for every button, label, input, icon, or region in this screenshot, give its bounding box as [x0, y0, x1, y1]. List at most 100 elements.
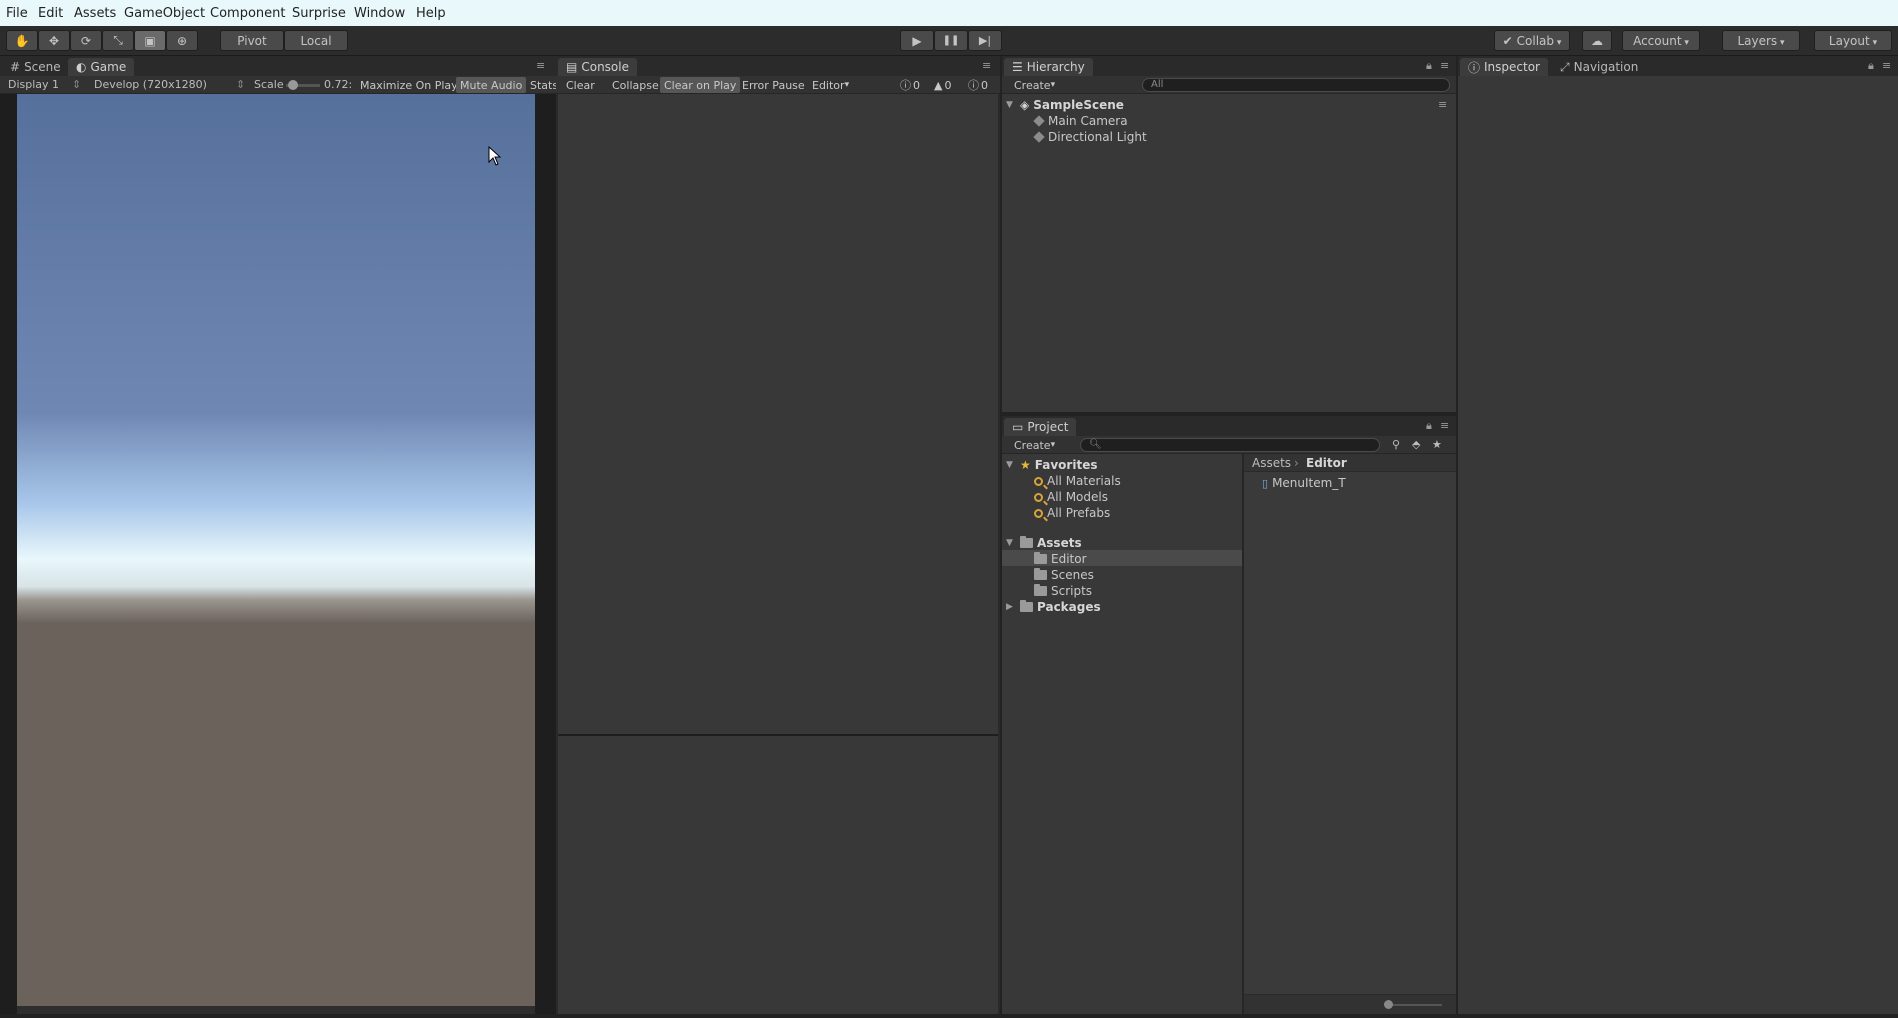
expand-arrow-icon[interactable]: ▼	[1006, 538, 1016, 548]
play-button[interactable]: ▶	[900, 30, 934, 51]
error-count-toggle[interactable]: ⓘ 0	[964, 77, 992, 93]
console-toolbar: Clear Collapse Clear on Play Error Pause…	[556, 76, 1000, 94]
favorite-item[interactable]: All Prefabs	[1034, 506, 1110, 520]
hierarchy-search-input[interactable]: All	[1142, 78, 1450, 92]
asset-folder-item[interactable]: Editor	[1034, 552, 1087, 566]
scale-slider-thumb[interactable]	[288, 80, 299, 90]
hierarchy-lock-icon[interactable]: 🔒︎	[1426, 59, 1432, 73]
breadcrumb-root[interactable]: Assets	[1252, 456, 1291, 470]
inspector-lock-icon[interactable]: 🔒︎	[1868, 59, 1874, 73]
filter-by-type-icon[interactable]: ⚲	[1392, 438, 1400, 451]
info-count-toggle[interactable]: ⓘ 0	[896, 77, 924, 93]
collapse-arrow-icon[interactable]: ▶	[1006, 602, 1016, 612]
tab-project-label: Project	[1027, 420, 1069, 434]
expand-arrow-icon[interactable]: ▼	[1006, 460, 1016, 470]
editor-dropdown[interactable]: Editor	[808, 77, 853, 93]
hierarchy-icon: ☰	[1012, 60, 1023, 74]
menu-surprise[interactable]: Surprise	[292, 6, 346, 21]
hierarchy-tabstrip: ☰ Hierarchy 🔒︎ ≡	[1002, 56, 1456, 76]
packages-node[interactable]: ▶ Packages	[1006, 600, 1101, 614]
menu-component[interactable]: Component	[210, 6, 285, 21]
warning-count-toggle[interactable]: ▲ 0	[930, 77, 955, 93]
scene-menu-icon[interactable]: ≡	[1438, 98, 1447, 111]
scene-icon: #	[10, 60, 21, 74]
pause-button[interactable]: ❚❚	[934, 30, 968, 51]
rotate-tool-button[interactable]: ⟳	[70, 30, 102, 51]
tab-navigation[interactable]: ⤢ Navigation	[1552, 58, 1646, 76]
tab-inspector[interactable]: ⓘ Inspector	[1460, 58, 1548, 76]
tab-project[interactable]: ▭ Project	[1004, 418, 1077, 436]
icon-size-slider-thumb[interactable]	[1384, 1000, 1393, 1009]
tab-console[interactable]: ▤ Console	[558, 58, 637, 76]
favorite-item[interactable]: All Materials	[1034, 474, 1121, 488]
project-footer	[1244, 994, 1456, 1014]
local-label: Local	[300, 33, 332, 48]
assets-node[interactable]: ▼ Assets	[1006, 536, 1082, 550]
pivot-toggle[interactable]: Pivot	[220, 30, 284, 51]
tab-game[interactable]: ◐ Game	[68, 58, 135, 76]
console-tabstrip: ▤ Console ≡	[556, 56, 1000, 76]
error-pause-toggle[interactable]: Error Pause	[738, 77, 809, 93]
favorite-star-icon[interactable]: ★	[1432, 438, 1442, 451]
panel-menu-icon[interactable]: ≡	[536, 59, 545, 72]
asset-folder-item[interactable]: Scenes	[1034, 568, 1094, 582]
collab-dropdown[interactable]: ✔ Collab	[1494, 30, 1570, 51]
project-search-input[interactable]: 🔍︎	[1080, 438, 1380, 452]
scale-tool-button[interactable]: ⤡	[102, 30, 134, 51]
layers-dropdown[interactable]: Layers	[1722, 30, 1800, 51]
expand-arrow-icon[interactable]: ▼	[1006, 100, 1016, 110]
layout-dropdown[interactable]: Layout	[1814, 30, 1892, 51]
game-view[interactable]	[17, 94, 535, 1006]
project-folder-tree: ▼ ★ Favorites All Materials All Models All…	[1002, 454, 1242, 1014]
project-create-dropdown[interactable]: Create	[1010, 437, 1059, 453]
hierarchy-menu-icon[interactable]: ≡	[1440, 59, 1449, 72]
menu-assets[interactable]: Assets	[74, 6, 116, 21]
menu-help[interactable]: Help	[416, 6, 446, 21]
clear-button[interactable]: Clear	[562, 77, 599, 93]
favorite-item[interactable]: All Models	[1034, 490, 1108, 504]
tab-scene[interactable]: # Scene	[2, 58, 69, 76]
resolution-select[interactable]: Develop (720x1280)	[94, 78, 207, 91]
tab-hierarchy[interactable]: ☰ Hierarchy	[1004, 58, 1093, 76]
console-detail-area[interactable]	[558, 736, 998, 1014]
file-item[interactable]: ▯ MenuItem_T	[1262, 476, 1346, 490]
filter-by-label-icon[interactable]: ⬘	[1412, 438, 1420, 451]
cloud-button[interactable]: ☁	[1582, 30, 1612, 51]
display-select[interactable]: Display 1	[8, 78, 59, 91]
move-tool-button[interactable]: ✥	[38, 30, 70, 51]
menu-window[interactable]: Window	[354, 6, 405, 21]
breadcrumb-current[interactable]: Editor	[1306, 456, 1347, 470]
console-log-list[interactable]	[558, 94, 998, 734]
scene-root[interactable]: ▼ ◈ SampleScene	[1006, 98, 1124, 112]
hand-tool-button[interactable]: ✋	[6, 30, 38, 51]
maximize-on-play-toggle[interactable]: Maximize On Play	[356, 77, 462, 93]
scale-slider-track[interactable]	[286, 80, 320, 90]
hierarchy-item[interactable]: Main Camera	[1033, 114, 1128, 128]
project-lock-icon[interactable]: 🔒︎	[1426, 419, 1432, 433]
cloud-icon: ☁	[1591, 33, 1603, 48]
menu-edit[interactable]: Edit	[38, 6, 63, 21]
rect-tool-button[interactable]: ▣	[134, 30, 166, 51]
collapse-toggle[interactable]: Collapse	[608, 77, 663, 93]
local-toggle[interactable]: Local	[284, 30, 348, 51]
account-dropdown[interactable]: Account	[1622, 30, 1700, 51]
transform-tool-button[interactable]: ⊕	[166, 30, 198, 51]
project-panel: ▭Project 🔒︎ ≡ Create 🔍︎ ⚲ ⬘ ★ ▼★Favorite…	[1002, 416, 1456, 1014]
hierarchy-create-dropdown[interactable]: Create	[1010, 77, 1059, 93]
script-file-icon: ▯	[1262, 476, 1269, 490]
clear-on-play-toggle[interactable]: Clear on Play	[660, 77, 741, 93]
asset-folder-item[interactable]: Scripts	[1034, 584, 1092, 598]
mouse-cursor-icon	[488, 146, 502, 166]
inspector-menu-icon[interactable]: ≡	[1882, 59, 1891, 72]
info-icon: ⓘ	[1468, 60, 1481, 75]
game-subbar: Display 1 ⇕ Develop (720x1280) ⇕ Scale 0…	[0, 76, 558, 94]
mute-audio-toggle[interactable]: Mute Audio	[456, 77, 527, 93]
favorites-node[interactable]: ▼ ★ Favorites	[1006, 458, 1097, 472]
menu-gameobject[interactable]: GameObject	[124, 6, 205, 21]
project-menu-icon[interactable]: ≡	[1440, 419, 1449, 432]
menu-file[interactable]: File	[6, 6, 28, 21]
hierarchy-item[interactable]: Directional Light	[1033, 130, 1147, 144]
icon-size-slider[interactable]	[1384, 1000, 1442, 1009]
console-menu-icon[interactable]: ≡	[982, 59, 991, 72]
step-button[interactable]: ▶|	[968, 30, 1002, 51]
